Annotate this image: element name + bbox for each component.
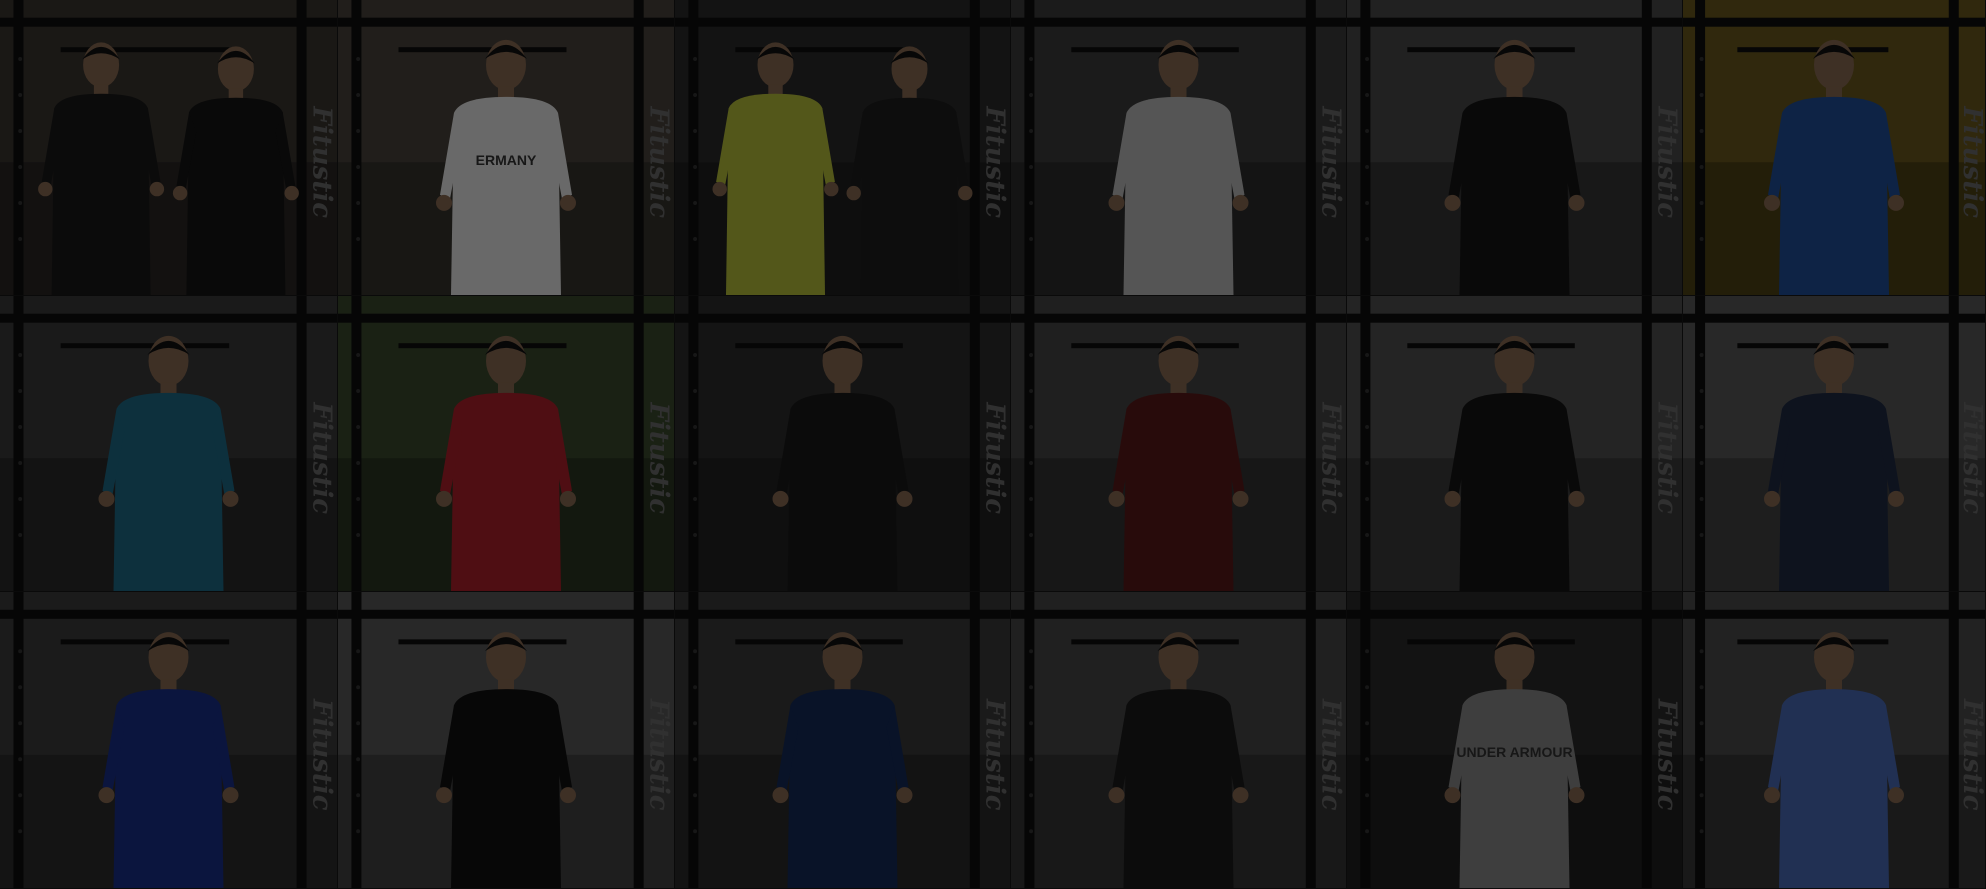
customer-photo-tile: Fitustic [675, 0, 1011, 296]
brand-logo-text: Fitustic [643, 401, 673, 514]
customer-photo: Fitustic [675, 0, 1010, 295]
customer-photo: Fitustic [0, 0, 337, 295]
customer-photo-tile: Fitustic [1347, 0, 1683, 296]
brand-logo-text: Fitustic [643, 105, 673, 218]
customer-photo-tile: Fitustic [675, 296, 1011, 592]
customer-photo: Fitustic [0, 296, 337, 591]
customer-photo: Fitustic [1347, 296, 1682, 591]
brand-logo-text: Fitustic [1652, 105, 1682, 218]
customer-photo-tile: Fitustic [0, 0, 338, 296]
brand-logo-text: Fitustic [1957, 698, 1985, 811]
customer-photo-tile: Fitustic [1347, 296, 1683, 592]
customer-photo: Fitustic [1011, 0, 1346, 295]
customer-photo: Fitustic [1011, 296, 1346, 591]
customer-photo-tile: Fitustic [1683, 0, 1986, 296]
brand-logo-text: Fitustic [643, 698, 673, 811]
customer-photo: Fitustic [338, 592, 674, 888]
brand-logo-text: Fitustic [1957, 401, 1985, 514]
brand-logo-text: Fitustic [306, 698, 336, 811]
brand-logo-text: Fitustic [306, 105, 336, 218]
customer-photo: Fitustic UNDER ARMOUR [1347, 592, 1682, 888]
customer-photo-tile: Fitustic [338, 592, 675, 889]
customer-photo-tile: Fitustic [1011, 592, 1347, 889]
brand-logo-text: Fitustic [1316, 698, 1346, 811]
customer-photo-tile: Fitustic ERMANY [338, 0, 675, 296]
customer-photo: Fitustic [675, 296, 1010, 591]
customer-photo-tile: Fitustic [338, 296, 675, 592]
brand-logo-text: Fitustic [1957, 105, 1985, 218]
customer-photo: Fitustic [1683, 0, 1985, 295]
brand-logo-text: Fitustic [1316, 105, 1346, 218]
customer-photo-tile: Fitustic UNDER ARMOUR [1347, 592, 1683, 889]
customer-photo-tile: Fitustic [1011, 296, 1347, 592]
brand-logo-text: Fitustic [306, 401, 336, 514]
customer-photo-tile: Fitustic [675, 592, 1011, 889]
customer-photo: Fitustic [0, 592, 337, 888]
brand-logo-text: Fitustic [1652, 698, 1682, 811]
customer-photo: Fitustic [1683, 296, 1985, 591]
brand-logo-text: Fitustic [1316, 401, 1346, 514]
customer-photo-collage: Fitustic Fitustic ERMANY Fitustic Fitustic Fi… [0, 0, 1986, 889]
customer-photo-tile: Fitustic [1011, 0, 1347, 296]
brand-logo-text: Fitustic [1652, 401, 1682, 514]
customer-photo-tile: Fitustic [1683, 296, 1986, 592]
shirt-print-text: ERMANY [476, 152, 537, 168]
brand-logo-text: Fitustic [980, 105, 1010, 218]
customer-photo-tile: Fitustic [0, 296, 338, 592]
customer-photo: Fitustic [1347, 0, 1682, 295]
customer-photo-tile: Fitustic [0, 592, 338, 889]
shirt-print-text: UNDER ARMOUR [1456, 744, 1572, 760]
customer-photo: Fitustic [338, 296, 674, 591]
customer-photo: Fitustic ERMANY [338, 0, 674, 295]
brand-logo-text: Fitustic [980, 401, 1010, 514]
customer-photo: Fitustic [1683, 592, 1985, 888]
brand-logo-text: Fitustic [980, 698, 1010, 811]
customer-photo-tile: Fitustic [1683, 592, 1986, 889]
customer-photo: Fitustic [1011, 592, 1346, 888]
customer-photo: Fitustic [675, 592, 1010, 888]
